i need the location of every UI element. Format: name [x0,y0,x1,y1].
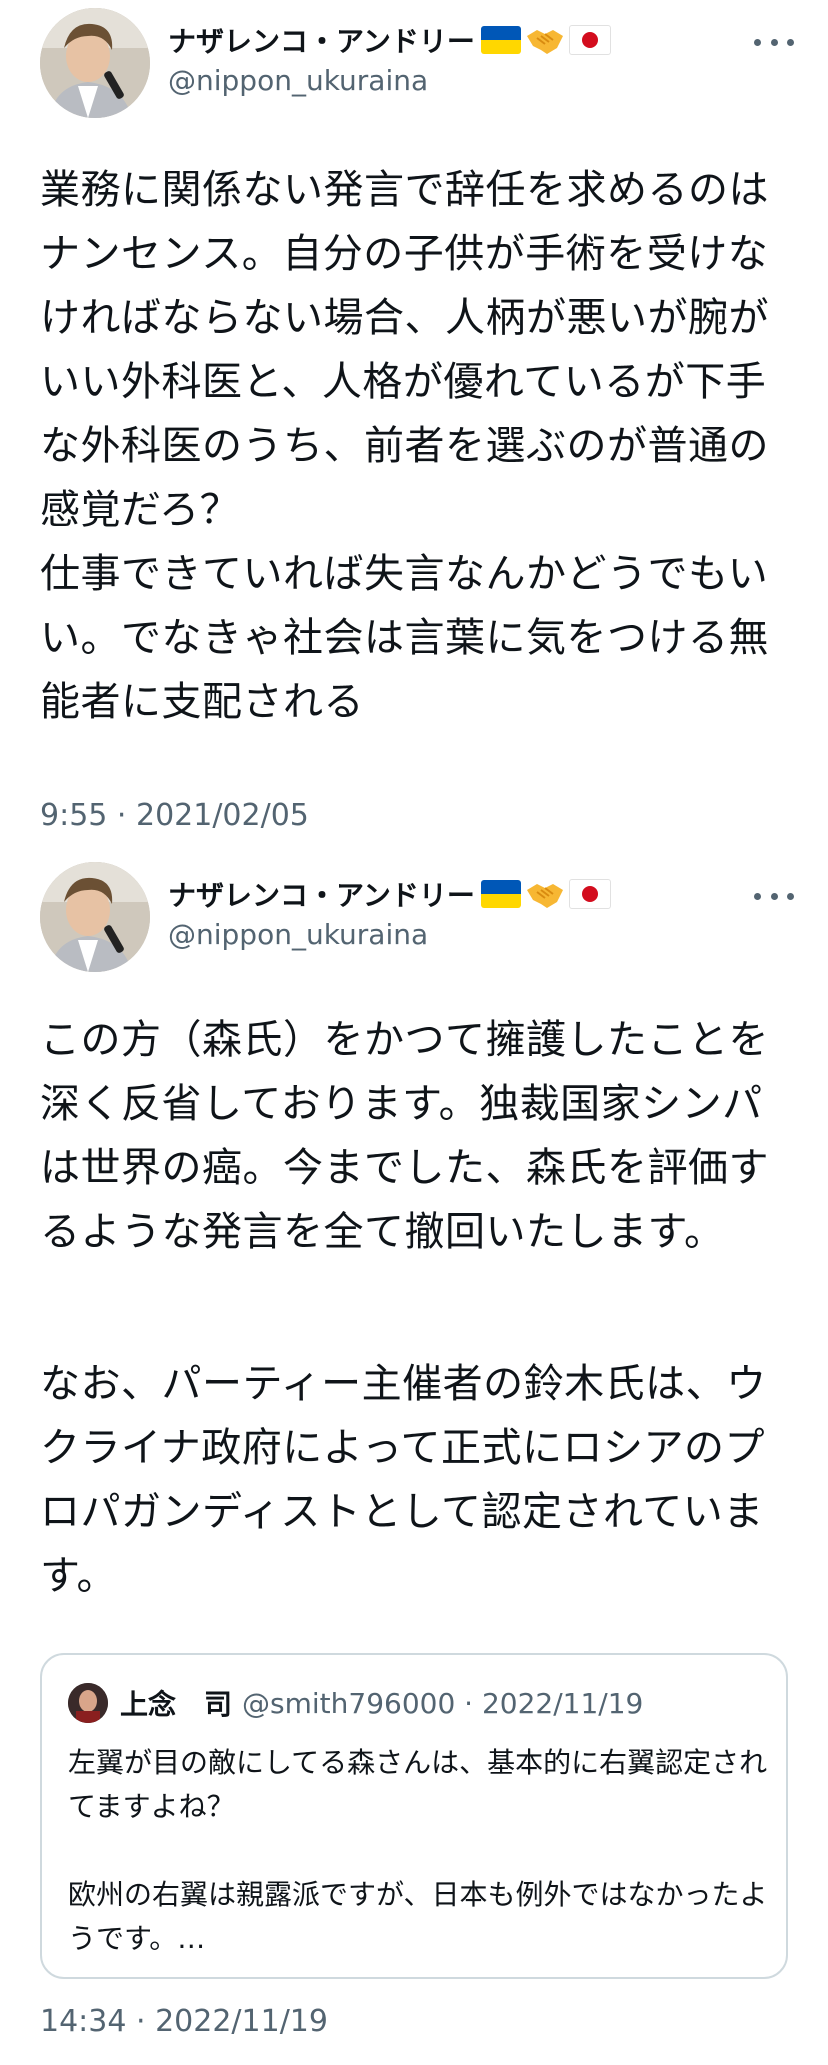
japan-flag-icon [568,25,611,55]
japan-flag-icon [568,879,611,909]
author-name-row: ナザレンコ・アンドリー [168,874,611,914]
quoted-author-name: 上念 司 [120,1688,233,1721]
quoted-author-avatar [68,1683,108,1723]
tweet-text: この方（森氏）をかつて擁護したことを深く反省しております。独裁国家シンパは世界の… [40,1017,769,1255]
author-name-row: ナザレンコ・アンドリー [168,20,611,60]
tweet-text: 業務に関係ない発言で辞任を求めるのはナンセンス。自分の子供が手術を受けなければな… [40,167,769,725]
author-handle[interactable]: @nippon_ukuraina [168,64,428,97]
handshake-icon [526,30,563,54]
author-avatar[interactable] [40,8,150,118]
avatar-photo-icon [40,8,150,118]
more-options-icon[interactable] [754,886,794,906]
tweet-text-continued: なお、パーティー主催者の鈴木氏は、ウクライナ政府によって正式にロシアのプロパガン… [40,1361,767,1599]
author-handle[interactable]: @nippon_ukuraina [168,918,428,951]
quoted-tweet[interactable]: 上念 司 @smith796000 · 2022/11/19 左翼が目の敵にして… [40,1653,788,1979]
author-avatar[interactable] [40,862,150,972]
more-options-icon[interactable] [754,32,794,52]
author-name[interactable]: ナザレンコ・アンドリー [168,874,475,914]
ukraine-flag-icon [480,880,521,908]
quoted-handle-date: @smith796000 · 2022/11/19 [242,1686,644,1720]
quoted-text: 左翼が目の敵にしてる森さんは、基本的に右翼認定されてますよね？ 欧州の右翼は親露… [68,1746,768,1955]
quoted-header: 上念 司 @smith796000 · 2022/11/19 [120,1681,643,1725]
author-name[interactable]: ナザレンコ・アンドリー [168,20,475,60]
ukraine-flag-icon [480,26,521,54]
tweet-timestamp[interactable]: 14:34 · 2022/11/19 [40,2004,328,2039]
avatar-photo-icon [68,1683,108,1723]
handshake-icon [526,884,563,908]
avatar-photo-icon [40,862,150,972]
tweet-timestamp[interactable]: 9:55 · 2021/02/05 [40,798,309,833]
